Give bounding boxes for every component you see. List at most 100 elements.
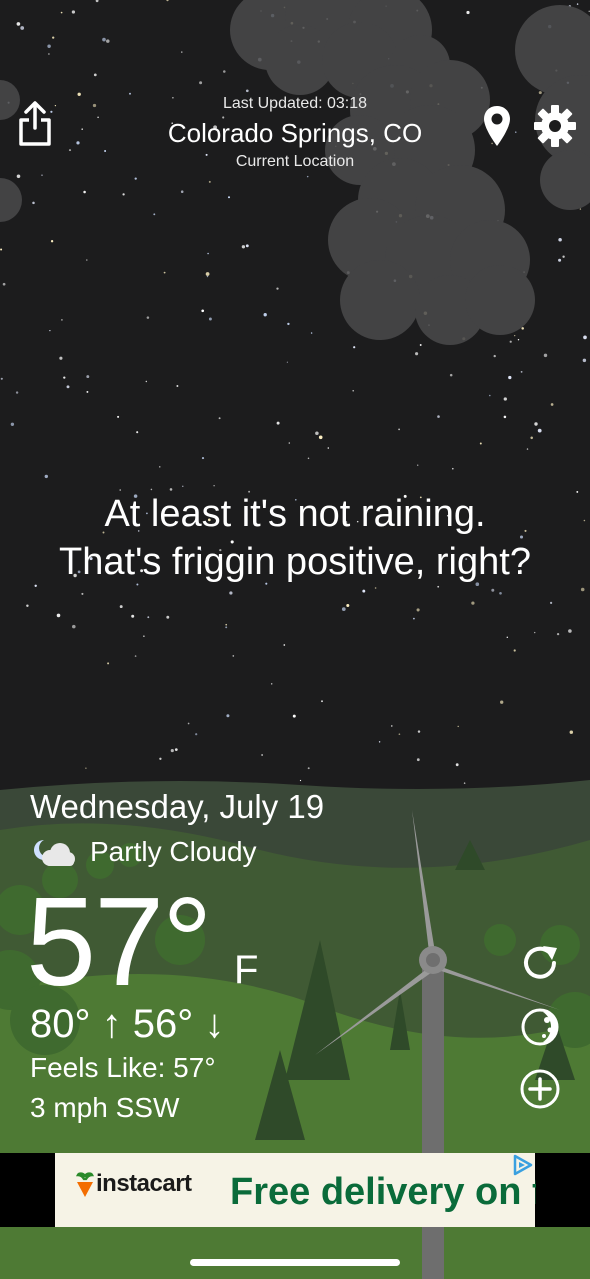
ad-brand-name[interactable]: instacart: [96, 1170, 192, 1198]
star: [374, 587, 377, 589]
star: [229, 591, 233, 595]
star: [315, 431, 319, 435]
star: [81, 592, 84, 595]
wind-label: 3 mph SSW: [30, 1092, 180, 1123]
star: [86, 390, 89, 393]
quote-line-1: At least it's not raining.: [104, 493, 486, 535]
location-button[interactable]: [482, 104, 512, 148]
star: [195, 733, 198, 736]
add-icon: [520, 1069, 560, 1109]
star: [15, 391, 19, 394]
star: [286, 361, 288, 363]
add-location-button[interactable]: [519, 1068, 561, 1110]
star: [63, 376, 66, 379]
star: [398, 733, 401, 736]
star: [26, 604, 29, 608]
current-location-label: Current Location: [235, 153, 355, 170]
theme-button[interactable]: [519, 1006, 561, 1048]
star: [569, 730, 574, 734]
star: [318, 435, 323, 440]
star: [147, 616, 150, 619]
star: [270, 683, 273, 685]
star: [321, 700, 323, 703]
star: [119, 605, 123, 609]
star: [526, 448, 529, 450]
ad-choices-badge[interactable]: [510, 1153, 535, 1177]
star: [143, 635, 145, 637]
quote-line-2: That's friggin positive, right?: [59, 541, 531, 583]
star: [417, 464, 419, 466]
star: [580, 587, 585, 592]
temperature-unit[interactable]: F: [234, 948, 258, 993]
star: [72, 624, 76, 629]
star: [479, 442, 482, 445]
partly-cloudy-night-icon: [30, 836, 76, 868]
star: [391, 725, 393, 727]
star: [398, 428, 400, 431]
star: [276, 421, 280, 425]
star: [556, 632, 560, 636]
star: [341, 607, 346, 611]
star: [452, 467, 454, 470]
star: [0, 377, 3, 380]
star: [500, 700, 504, 704]
star: [145, 380, 147, 383]
star: [437, 585, 440, 588]
star: [534, 631, 536, 634]
star: [134, 655, 137, 657]
star: [362, 589, 366, 593]
star: [506, 636, 509, 639]
star: [86, 375, 90, 379]
settings-button[interactable]: [533, 104, 577, 148]
ad-choices-icon: [513, 1154, 533, 1176]
star: [530, 436, 533, 440]
star: [327, 447, 330, 449]
star: [471, 601, 475, 605]
star: [378, 741, 381, 743]
star: [520, 370, 523, 373]
current-temperature: 57°: [26, 871, 213, 1012]
star: [449, 373, 453, 377]
weather-quote: At least it's not raining. That's friggi…: [20, 490, 570, 586]
star: [182, 485, 184, 487]
star: [170, 749, 174, 753]
carrot-icon: [74, 1172, 96, 1198]
star: [159, 466, 161, 468]
star: [117, 415, 120, 418]
star: [292, 714, 296, 718]
feels-like-label: Feels Like: 57°: [30, 1052, 216, 1083]
star: [225, 623, 228, 626]
star: [174, 748, 178, 751]
star: [549, 601, 553, 605]
refresh-icon: [524, 946, 557, 979]
star: [534, 422, 538, 426]
star: [201, 457, 205, 460]
star: [503, 397, 507, 401]
refresh-button[interactable]: [519, 942, 561, 984]
weather-screen: Last Updated: 03:18 Colorado Springs, CO…: [0, 0, 590, 1279]
star: [568, 629, 572, 633]
star: [583, 519, 586, 522]
star: [232, 655, 235, 657]
star: [416, 758, 420, 762]
star: [66, 385, 70, 389]
home-indicator[interactable]: [190, 1259, 400, 1266]
star: [416, 608, 420, 612]
star: [187, 722, 190, 725]
star: [417, 730, 421, 733]
star: [489, 394, 491, 397]
star: [176, 385, 179, 387]
star: [166, 615, 170, 619]
star: [213, 484, 215, 487]
forecast-date: Wednesday, July 19: [30, 788, 325, 825]
star: [457, 725, 459, 728]
star: [352, 389, 354, 392]
star: [226, 714, 230, 718]
star: [550, 403, 554, 406]
star: [107, 662, 110, 665]
ad-headline[interactable]: Free delivery on first 3 orders*: [230, 1166, 536, 1227]
star: [159, 757, 162, 760]
star: [413, 617, 415, 620]
moon-icon: [521, 1008, 559, 1046]
star: [288, 442, 291, 444]
